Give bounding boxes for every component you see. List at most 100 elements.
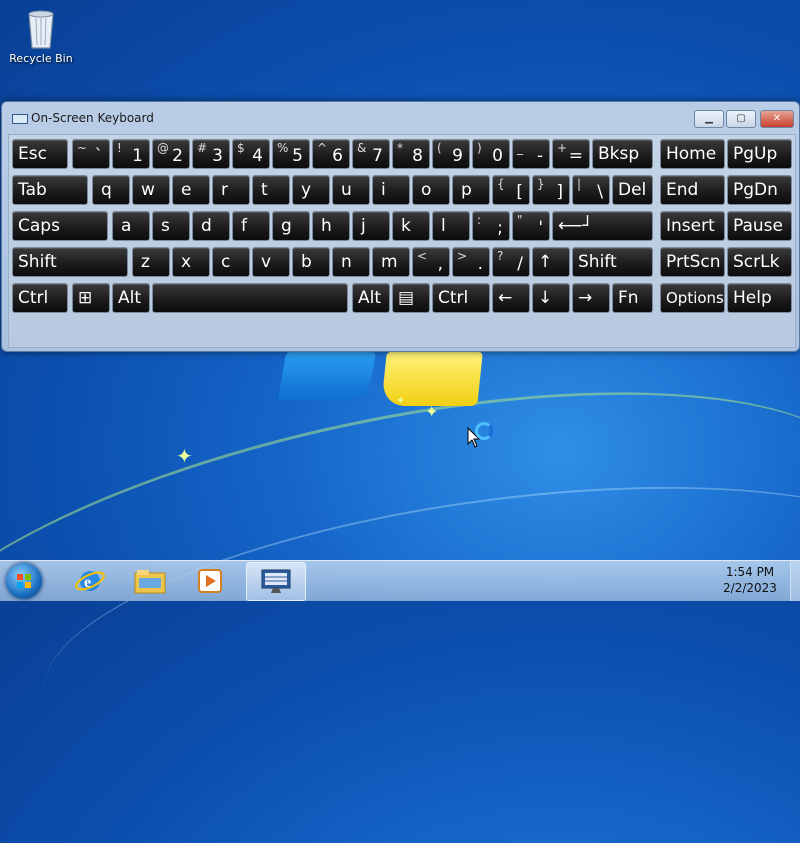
key-char: 8 — [412, 146, 423, 166]
key-row3-13[interactable]: Insert — [660, 211, 725, 241]
system-clock[interactable]: 1:54 PM 2/2/2023 — [712, 565, 788, 595]
close-button[interactable]: ✕ — [760, 110, 794, 128]
key-row2-1[interactable]: q — [92, 175, 130, 205]
show-desktop-button[interactable] — [790, 561, 800, 601]
key-label: m — [381, 252, 398, 272]
key-row3-8[interactable]: k — [392, 211, 430, 241]
key-row1-11[interactable]: ) 0 — [472, 139, 510, 169]
key-row3-4[interactable]: f — [232, 211, 270, 241]
key-row1-1[interactable]: ~ ` — [72, 139, 110, 169]
key-row1-16[interactable]: PgUp — [727, 139, 792, 169]
key-row3-3[interactable]: d — [192, 211, 230, 241]
minimize-button[interactable]: ▁ — [694, 110, 724, 128]
key-row4-5[interactable]: b — [292, 247, 330, 277]
key-row5-4[interactable]: Alt — [352, 283, 390, 313]
key-row3-5[interactable]: g — [272, 211, 310, 241]
key-space[interactable] — [152, 283, 348, 313]
key-row3-1[interactable]: a — [112, 211, 150, 241]
key-row2-9[interactable]: o — [412, 175, 450, 205]
key-row1-12[interactable]: _ - — [512, 139, 550, 169]
key-row2-3[interactable]: e — [172, 175, 210, 205]
key-row5-11[interactable]: Options — [660, 283, 725, 313]
key-label: j — [361, 216, 366, 236]
key-label: ↑ — [538, 252, 553, 272]
key-row1-6[interactable]: % 5 — [272, 139, 310, 169]
key-row1-3[interactable]: @2 — [152, 139, 190, 169]
key-label: ⊞ — [78, 288, 93, 308]
key-row2-7[interactable]: u — [332, 175, 370, 205]
key-row5-12[interactable]: Help — [727, 283, 792, 313]
taskbar-explorer-button[interactable] — [130, 564, 170, 598]
key-row1-10[interactable]: (9 — [432, 139, 470, 169]
key-row1-8[interactable]: & 7 — [352, 139, 390, 169]
key-row1-2[interactable]: ! 1 — [112, 139, 150, 169]
key-row4-0[interactable]: Shift — [12, 247, 128, 277]
key-row3-10[interactable]: :; — [472, 211, 510, 241]
key-row4-2[interactable]: x — [172, 247, 210, 277]
key-label: Shift — [578, 252, 617, 272]
key-row3-0[interactable]: Caps — [12, 211, 108, 241]
key-char: = — [568, 146, 583, 166]
key-row2-0[interactable]: Tab — [12, 175, 88, 205]
key-row3-7[interactable]: j — [352, 211, 390, 241]
key-row2-13[interactable]: | \ — [572, 175, 610, 205]
key-row5-7[interactable]: ← — [492, 283, 530, 313]
key-row3-11[interactable]: " ' — [512, 211, 550, 241]
key-row3-12[interactable]: ⟵┘ — [552, 211, 653, 241]
key-row2-8[interactable]: i — [372, 175, 410, 205]
key-row2-4[interactable]: r — [212, 175, 250, 205]
key-row2-10[interactable]: p — [452, 175, 490, 205]
key-row4-8[interactable]: <, — [412, 247, 450, 277]
key-row5-6[interactable]: Ctrl — [432, 283, 490, 313]
key-row4-1[interactable]: z — [132, 247, 170, 277]
key-row2-12[interactable]: }] — [532, 175, 570, 205]
key-row4-11[interactable]: ↑ — [532, 247, 570, 277]
key-row3-9[interactable]: l — [432, 211, 470, 241]
key-row2-2[interactable]: w — [132, 175, 170, 205]
key-row5-5[interactable]: ▤ — [392, 283, 430, 313]
key-row3-14[interactable]: Pause — [727, 211, 792, 241]
key-label: Bksp — [598, 144, 640, 164]
key-row5-2[interactable]: Alt — [112, 283, 150, 313]
taskbar-media-player-button[interactable] — [190, 564, 230, 598]
key-row2-16[interactable]: PgDn — [727, 175, 792, 205]
key-row4-14[interactable]: ScrLk — [727, 247, 792, 277]
key-row1-0[interactable]: Esc — [12, 139, 68, 169]
key-row1-9[interactable]: * 8 — [392, 139, 430, 169]
recycle-bin-shortcut[interactable]: Recycle Bin — [6, 6, 76, 65]
key-row5-0[interactable]: Ctrl — [12, 283, 68, 313]
maximize-button[interactable]: ▢ — [726, 110, 756, 128]
key-row4-4[interactable]: v — [252, 247, 290, 277]
key-row4-13[interactable]: PrtScn — [660, 247, 725, 277]
key-row2-5[interactable]: t — [252, 175, 290, 205]
window-titlebar[interactable]: On-Screen Keyboard ▁ ▢ ✕ — [2, 102, 799, 132]
start-button[interactable] — [6, 563, 42, 599]
key-row2-6[interactable]: y — [292, 175, 330, 205]
key-row4-7[interactable]: m — [372, 247, 410, 277]
taskbar-osk-button[interactable] — [246, 562, 306, 601]
key-row4-9[interactable]: >. — [452, 247, 490, 277]
key-row1-13[interactable]: + = — [552, 139, 590, 169]
key-row5-1[interactable]: ⊞ — [72, 283, 110, 313]
taskbar-ie-button[interactable]: e — [70, 564, 110, 598]
key-row4-6[interactable]: n — [332, 247, 370, 277]
key-row5-9[interactable]: → — [572, 283, 610, 313]
key-label: l — [441, 216, 446, 236]
key-row3-6[interactable]: h — [312, 211, 350, 241]
key-shift-symbol: " — [517, 213, 523, 227]
key-row2-14[interactable]: Del — [612, 175, 653, 205]
key-row1-15[interactable]: Home — [660, 139, 725, 169]
key-row3-2[interactable]: s — [152, 211, 190, 241]
key-row1-5[interactable]: $4 — [232, 139, 270, 169]
key-row4-12[interactable]: Shift — [572, 247, 653, 277]
key-row1-7[interactable]: ^ 6 — [312, 139, 350, 169]
key-row4-10[interactable]: ? / — [492, 247, 530, 277]
key-row4-3[interactable]: c — [212, 247, 250, 277]
key-row1-4[interactable]: #3 — [192, 139, 230, 169]
key-char: ' — [538, 218, 543, 238]
key-row2-15[interactable]: End — [660, 175, 725, 205]
key-row5-8[interactable]: ↓ — [532, 283, 570, 313]
key-row1-14[interactable]: Bksp — [592, 139, 653, 169]
key-row2-11[interactable]: {[ — [492, 175, 530, 205]
key-row5-10[interactable]: Fn — [612, 283, 653, 313]
